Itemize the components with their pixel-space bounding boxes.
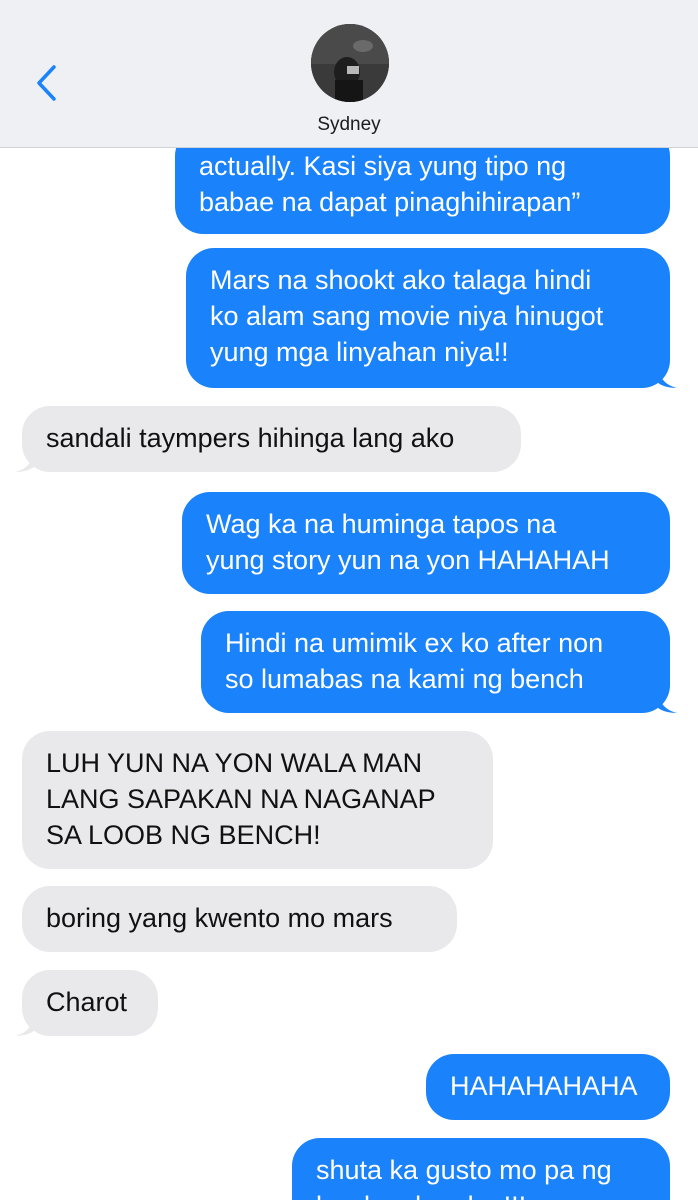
message-line: ko alam sang movie niya hinugot bbox=[210, 301, 604, 331]
message-bubble-outgoing[interactable]: shuta ka gusto mo pa ng bardagulan dun!!… bbox=[292, 1138, 670, 1200]
conversation-header: Sydney bbox=[0, 0, 698, 148]
contact-name[interactable]: Sydney bbox=[0, 114, 698, 136]
message-line: yung mga linyahan niya!! bbox=[210, 337, 509, 367]
message-line: Mars na shookt ako talaga hindi bbox=[210, 265, 592, 295]
bubble-tail-icon bbox=[657, 689, 677, 713]
message-line: Wag ka na huminga tapos na bbox=[206, 509, 557, 539]
message-bubble-outgoing[interactable]: HAHAHAHAHA bbox=[426, 1054, 670, 1120]
message-line: boring yang kwento mo mars bbox=[46, 903, 393, 933]
message-bubble-outgoing[interactable]: Hindi na umimik ex ko after non so lumab… bbox=[201, 611, 677, 713]
message-line: yung story yun na yon HAHAHAH bbox=[206, 545, 610, 575]
message-line: bardagulan dun!!! bbox=[316, 1188, 646, 1200]
message-line: Hindi na umimik ex ko after non bbox=[225, 628, 604, 658]
message-bubble-outgoing[interactable]: Wag ka na huminga tapos na yung story yu… bbox=[182, 492, 670, 594]
message-thread[interactable]: actually. Kasi siya yung tipo ng babae n… bbox=[0, 0, 698, 1200]
chevron-left-icon bbox=[37, 65, 56, 101]
message-line: HAHAHAHAHA bbox=[450, 1071, 638, 1101]
message-line: shuta ka gusto mo pa ng bbox=[316, 1155, 612, 1185]
message-bubble-incoming[interactable]: boring yang kwento mo mars bbox=[22, 886, 457, 952]
bubble-tail-icon bbox=[15, 448, 35, 472]
message-line: LUH YUN NA YON WALA MAN bbox=[46, 748, 423, 778]
message-line: babae na dapat pinaghihirapan” bbox=[199, 187, 581, 217]
back-button[interactable] bbox=[26, 60, 66, 106]
message-bubble-incoming[interactable]: LUH YUN NA YON WALA MAN LANG SAPAKAN NA … bbox=[22, 731, 493, 869]
contact-avatar[interactable] bbox=[311, 24, 389, 102]
message-line: LANG SAPAKAN NA NAGANAP bbox=[46, 784, 436, 814]
bubble-tail-icon bbox=[657, 364, 677, 388]
message-bubble-incoming[interactable]: sandali taympers hihinga lang ako bbox=[15, 406, 521, 472]
message-bubble-outgoing[interactable]: Mars na shookt ako talaga hindi ko alam … bbox=[186, 248, 677, 388]
message-line: sandali taympers hihinga lang ako bbox=[46, 423, 455, 453]
bubble-tail-icon bbox=[15, 1012, 35, 1036]
message-line: Charot bbox=[46, 987, 128, 1017]
message-line: actually. Kasi siya yung tipo ng bbox=[199, 151, 567, 181]
message-line: so lumabas na kami ng bench bbox=[225, 664, 584, 694]
message-line: SA LOOB NG BENCH! bbox=[46, 820, 321, 850]
message-bubble-incoming[interactable]: Charot bbox=[15, 970, 158, 1036]
avatar-photo bbox=[311, 24, 389, 102]
